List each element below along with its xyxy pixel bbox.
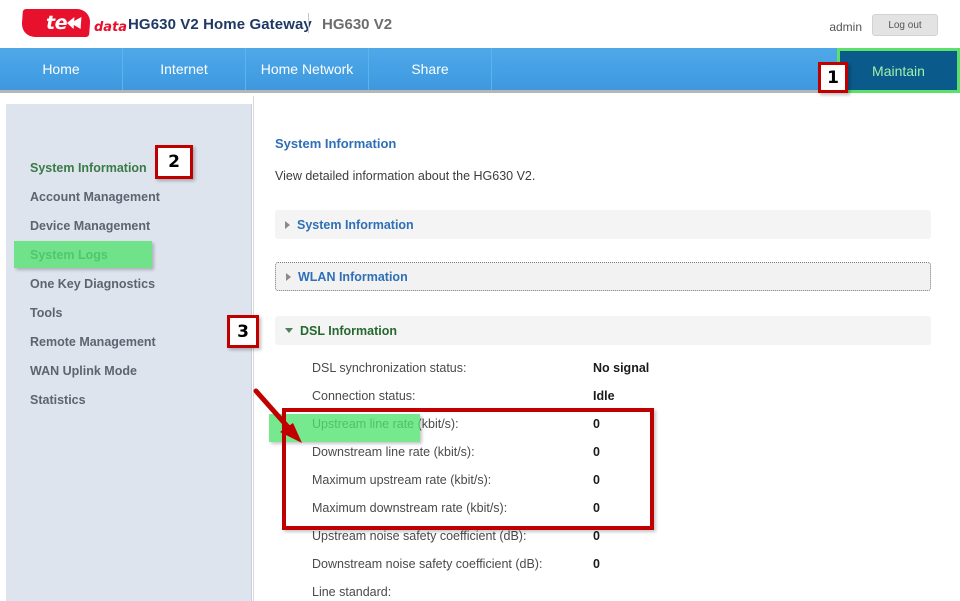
row-label: Upstream noise safety coefficient (dB): [312,529,527,543]
page-title: HG630 V2 Home Gateway [128,16,312,33]
tedata-logo[interactable]: te data [21,9,128,37]
browser-screen: te data HG630 V2 Home Gateway HG630 V2 a… [0,0,960,601]
panel-title-system-information: System Information [297,217,414,232]
page-header: te data HG630 V2 Home Gateway HG630 V2 a… [0,0,960,48]
title-divider [308,13,309,33]
table-row: Downstream line rate (kbit/s): 0 [312,438,912,466]
table-row: DSL synchronization status: No signal [312,354,912,382]
sidebar-item-one-key-diagnostics[interactable]: One Key Diagnostics [6,269,251,298]
main-navigation: Home Internet Home Network Share Maintai… [0,48,960,93]
table-row: Maximum downstream rate (kbit/s): 0 [312,494,912,522]
device-model-label: HG630 V2 [322,16,393,33]
chevron-right-icon [286,272,291,281]
row-value: No signal [593,361,650,375]
current-user-label: admin [829,20,862,34]
nav-tab-home[interactable]: Home [0,48,123,90]
panel-header-system-information[interactable]: System Information [275,210,931,239]
tedata-logo-mark: te [21,9,91,37]
sidebar-item-system-information[interactable]: System Information [6,153,251,182]
nav-tab-share[interactable]: Share [369,48,492,90]
chevron-down-icon [285,328,293,333]
row-value: 0 [593,557,600,571]
content-description: View detailed information about the HG63… [275,169,536,183]
row-value: 0 [593,473,600,487]
sidebar-item-wan-uplink-mode[interactable]: WAN Uplink Mode [6,356,251,385]
row-label: Downstream line rate (kbit/s): [312,445,475,459]
chevron-right-icon [285,220,290,229]
sidebar-item-system-logs[interactable]: System Logs [6,240,251,269]
sidebar-item-device-management[interactable]: Device Management [6,211,251,240]
page-body: System Information Account Management De… [0,96,960,601]
logout-button[interactable]: Log out [872,14,938,36]
table-row: Connection status: Idle [312,382,912,410]
row-value: 0 [593,445,600,459]
row-label: Upstream line rate (kbit/s): [312,417,459,431]
sidebar-list: System Information Account Management De… [6,104,251,414]
row-label: Maximum downstream rate (kbit/s): [312,501,508,515]
panel-title-dsl-information: DSL Information [300,323,397,338]
sidebar-item-statistics[interactable]: Statistics [6,385,251,414]
callout-badge-3: 3 [227,315,259,348]
row-label: Line standard: [312,585,392,599]
row-label: DSL synchronization status: [312,361,467,375]
row-value: Idle [593,389,615,403]
sidebar: System Information Account Management De… [6,104,252,601]
content-area: System Information View detailed informa… [253,96,960,601]
row-label: Downstream noise safety coefficient (dB)… [312,557,543,571]
table-row: Line standard: [312,578,912,601]
panel-header-wlan-information[interactable]: WLAN Information [275,262,931,291]
tedata-swoosh-icon [67,17,82,29]
nav-tab-home-network[interactable]: Home Network [246,48,369,90]
table-row: Maximum upstream rate (kbit/s): 0 [312,466,912,494]
table-row: Upstream noise safety coefficient (dB): … [312,522,912,550]
sidebar-item-remote-management[interactable]: Remote Management [6,327,251,356]
tedata-logo-suffix: data [94,20,128,35]
sidebar-item-tools[interactable]: Tools [6,298,251,327]
panel-header-dsl-information[interactable]: DSL Information [275,316,931,345]
callout-badge-2: 2 [155,145,193,179]
row-value: 0 [593,501,600,515]
row-label: Connection status: [312,389,416,403]
content-heading: System Information [275,136,397,151]
row-value: 0 [593,529,600,543]
sidebar-item-account-management[interactable]: Account Management [6,182,251,211]
callout-badge-1: 1 [818,62,848,93]
row-value: 0 [593,417,600,431]
nav-tab-internet[interactable]: Internet [123,48,246,90]
nav-tab-maintain[interactable]: Maintain [837,48,960,93]
table-row: Downstream noise safety coefficient (dB)… [312,550,912,578]
row-label: Maximum upstream rate (kbit/s): [312,473,492,487]
panel-title-wlan-information: WLAN Information [298,269,408,284]
dsl-information-table: DSL synchronization status: No signal Co… [312,354,912,601]
tedata-logo-text: te [45,12,67,34]
table-row: Upstream line rate (kbit/s): 0 [312,410,912,438]
